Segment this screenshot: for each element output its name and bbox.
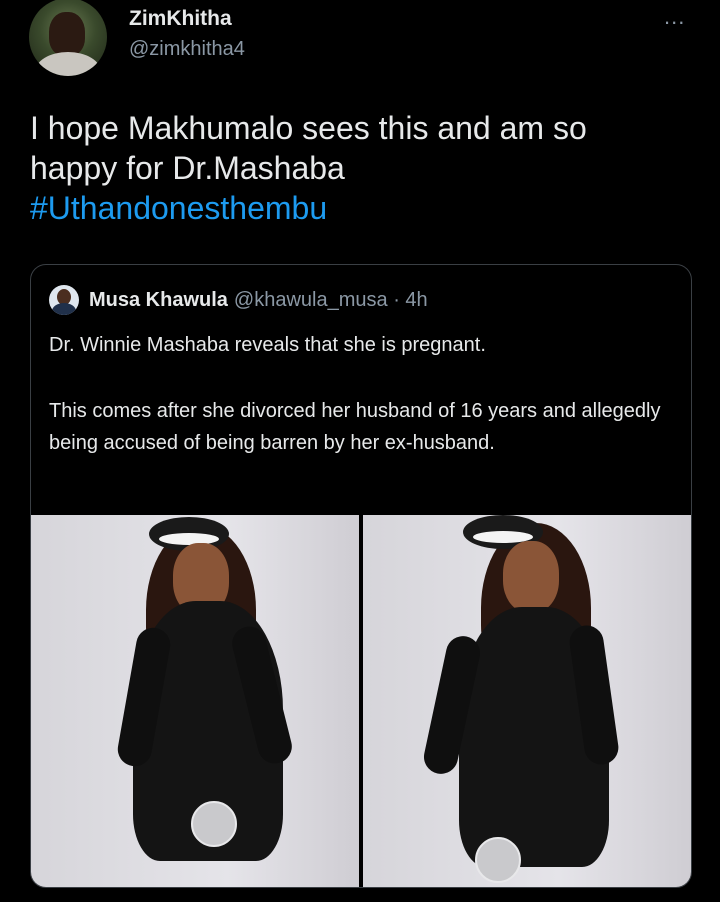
quoted-author-name[interactable]: Musa Khawula xyxy=(89,289,228,312)
hashtag-link[interactable]: #Uthandonesthembu xyxy=(30,188,690,228)
woman-in-black-dress-photo[interactable] xyxy=(31,515,359,887)
quoted-tweet[interactable]: Musa Khawula @khawula_musa · 4h Dr. Winn… xyxy=(30,264,692,888)
quoted-tweet-header: Musa Khawula @khawula_musa · 4h xyxy=(49,285,428,315)
author-avatar[interactable] xyxy=(29,0,107,76)
woman-in-black-dress-photo[interactable] xyxy=(363,515,691,887)
photo-face xyxy=(503,541,559,613)
tweet-header: ZimKhitha @zimkhitha4 ... xyxy=(0,0,720,90)
avatar-shoulders xyxy=(35,52,101,76)
quoted-media xyxy=(31,515,691,887)
quoted-author-avatar[interactable] xyxy=(49,285,79,315)
photo-handbag xyxy=(475,837,521,883)
quoted-paragraph-2: This comes after she divorced her husban… xyxy=(49,400,661,454)
quoted-paragraph-1: Dr. Winnie Mashaba reveals that she is p… xyxy=(49,334,486,356)
author-display-name[interactable]: ZimKhitha xyxy=(129,7,232,31)
more-options-icon[interactable]: ... xyxy=(664,4,685,30)
tweet-text: I hope Makhumalo sees this and am so hap… xyxy=(30,108,690,228)
tweet-text-line2: happy for Dr.Mashaba xyxy=(30,150,345,186)
tweet-text-line1: I hope Makhumalo sees this and am so xyxy=(30,110,587,146)
author-handle[interactable]: @zimkhitha4 xyxy=(129,38,245,61)
quoted-avatar-body xyxy=(52,303,76,315)
quoted-tweet-text: Dr. Winnie Mashaba reveals that she is p… xyxy=(49,329,669,493)
avatar-face xyxy=(49,12,85,56)
photo-handbag xyxy=(191,801,237,847)
quoted-author-meta: @khawula_musa · 4h xyxy=(233,288,428,311)
